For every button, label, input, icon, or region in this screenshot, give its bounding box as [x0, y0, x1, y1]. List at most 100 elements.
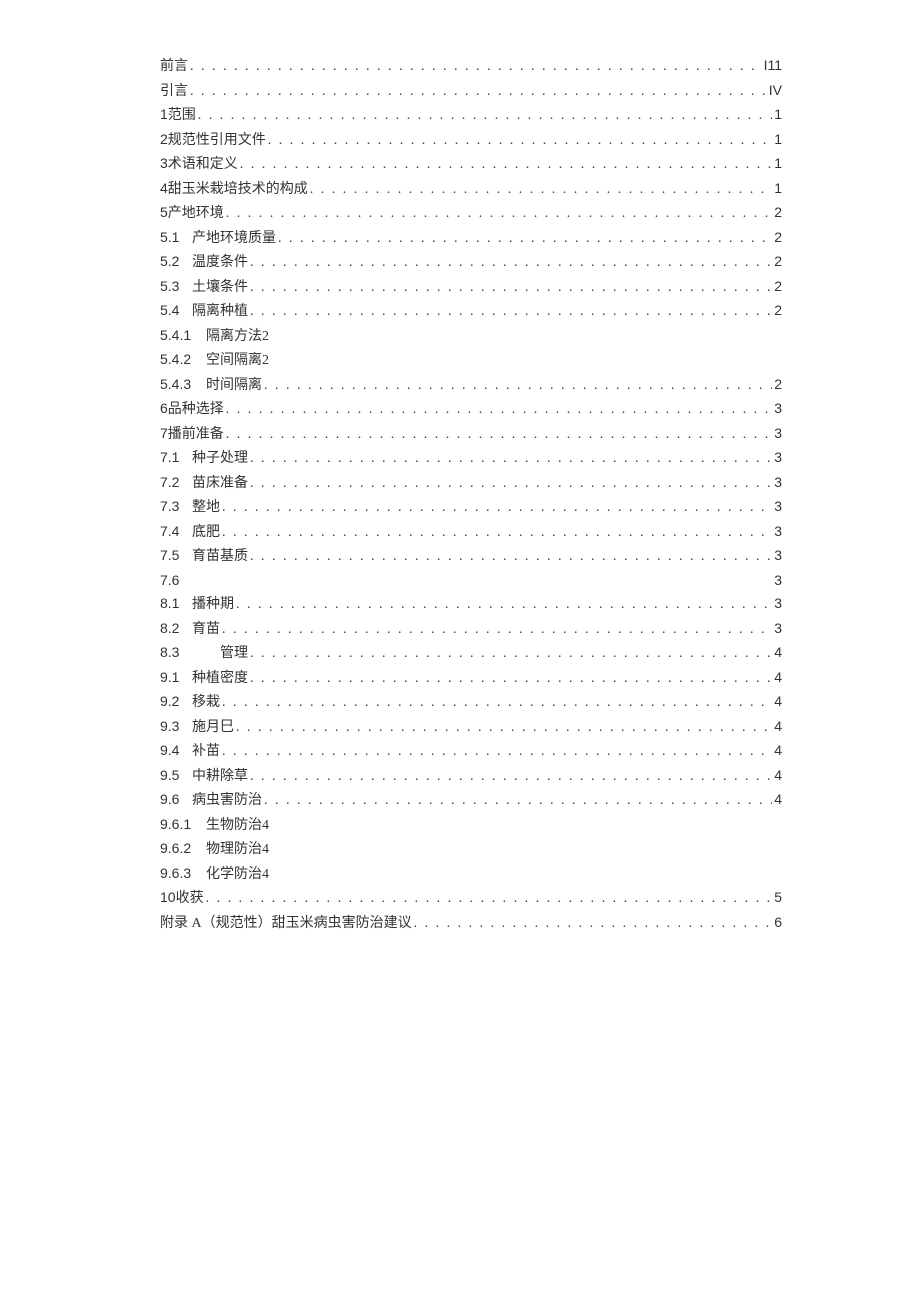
toc-title: 化学防治 [206, 863, 262, 887]
toc-title: 甜玉米栽培技术的构成 [168, 178, 308, 202]
toc-entry: 9.5中耕除草4 [160, 764, 782, 789]
toc-prefix: 9.4 [160, 739, 192, 763]
toc-title: 收获 [176, 887, 204, 911]
toc-title: 播前准备 [168, 423, 224, 447]
toc-dots [250, 642, 772, 666]
toc-entry: 9.6.1生物防治4 [160, 813, 782, 838]
toc-page: IV [769, 79, 782, 103]
toc-page: 1 [774, 177, 782, 201]
toc-page: 3 [774, 397, 782, 421]
toc-entry: 5.3土壤条件2 [160, 275, 782, 300]
toc-page: 4 [774, 666, 782, 690]
toc-page: 2 [774, 299, 782, 323]
toc-entry: 7.3整地3 [160, 495, 782, 520]
toc-prefix: 8.3 [160, 641, 192, 665]
toc-entry: 10 收获5 [160, 886, 782, 911]
toc-page: 3 [774, 520, 782, 544]
toc-page: 4 [774, 690, 782, 714]
toc-prefix: 9.5 [160, 764, 192, 788]
toc-page: 4 [262, 863, 269, 887]
toc-dots [250, 447, 772, 471]
toc-entry: 9.6病虫害防治4 [160, 788, 782, 813]
toc-entry: 8.2育苗3 [160, 617, 782, 642]
toc-prefix: 7.6 [160, 569, 192, 593]
toc-entry: 3 术语和定义1 [160, 152, 782, 177]
toc-entry: 8.3 管理4 [160, 641, 782, 666]
toc-prefix: 9.6.1 [160, 813, 206, 837]
toc-page: 2 [774, 275, 782, 299]
toc-page: I11 [764, 54, 782, 78]
toc-title: 隔离方法 [206, 325, 262, 349]
toc-title: 附录 A（规范性）甜玉米病虫害防治建议 [160, 912, 412, 936]
toc-dots [198, 104, 772, 128]
toc-dots [250, 276, 772, 300]
toc-entry: 前言I11 [160, 54, 782, 79]
toc-dots [190, 80, 767, 104]
toc-prefix: 8.2 [160, 617, 192, 641]
toc-page: 2 [774, 226, 782, 250]
toc-prefix: 2 [160, 128, 168, 152]
toc-entry: 9.3施月巳4 [160, 715, 782, 740]
toc-entry: 9.1种植密度4 [160, 666, 782, 691]
toc-page: 1 [774, 103, 782, 127]
toc-title: 种子处理 [192, 447, 248, 471]
toc-prefix: 5 [160, 201, 168, 225]
toc-entry: 5 产地环境2 [160, 201, 782, 226]
toc-prefix: 7.1 [160, 446, 192, 470]
toc-prefix: 9.6.3 [160, 862, 206, 886]
toc-page: 2 [774, 250, 782, 274]
toc-title: 病虫害防治 [192, 789, 262, 813]
toc-title: 隔离种植 [192, 300, 248, 324]
toc-entry: 7.63 [160, 569, 782, 593]
toc-page: 4 [262, 814, 269, 838]
toc-entry: 5.4隔离种植2 [160, 299, 782, 324]
toc-entry: 7.5育苗基质3 [160, 544, 782, 569]
toc-dots [222, 496, 772, 520]
toc-page: 2 [262, 325, 269, 349]
toc-dots [222, 521, 772, 545]
toc-title: 补苗 [192, 740, 220, 764]
toc-prefix: 8.1 [160, 592, 192, 616]
toc-page: 3 [774, 617, 782, 641]
toc-dots [250, 251, 772, 275]
toc-title: 范围 [168, 104, 196, 128]
toc-prefix: 5.4.2 [160, 348, 206, 372]
toc-prefix: 7.4 [160, 520, 192, 544]
toc-entry: 2 规范性引用文件 1 [160, 128, 782, 153]
toc-entry: 9.6.3化学防治4 [160, 862, 782, 887]
toc-entry: 6 品种选择3 [160, 397, 782, 422]
toc-prefix: 7.5 [160, 544, 192, 568]
toc-container: 前言I11引言 IV1 范围12 规范性引用文件13 术语和定义14 甜玉米栽培… [160, 54, 782, 935]
toc-prefix: 5.1 [160, 226, 192, 250]
toc-title: 播种期 [192, 593, 234, 617]
toc-title: 底肥 [192, 521, 220, 545]
toc-title: 温度条件 [192, 251, 248, 275]
toc-title: 规范性引用文件 [168, 129, 266, 153]
toc-entry: 引言 IV [160, 79, 782, 104]
toc-title: 整地 [192, 496, 220, 520]
toc-dots [222, 740, 772, 764]
toc-page: 3 [774, 446, 782, 470]
toc-title: 时间隔离 [206, 374, 262, 398]
toc-title: 苗床准备 [192, 472, 248, 496]
toc-title: 品种选择 [168, 398, 224, 422]
toc-entry: 9.4补苗 4 [160, 739, 782, 764]
toc-dots [250, 667, 772, 691]
toc-page: 4 [774, 788, 782, 812]
toc-entry: 5.4.3时间隔离 2 [160, 373, 782, 398]
toc-page: 4 [774, 739, 782, 763]
toc-page: 3 [774, 495, 782, 519]
toc-entry: 5.1产地环境质量2 [160, 226, 782, 251]
toc-entry: 5.2温度条件 2 [160, 250, 782, 275]
toc-page: 3 [774, 422, 782, 446]
toc-dots [236, 593, 772, 617]
toc-prefix: 4 [160, 177, 168, 201]
toc-entry: 7.2苗床准备3 [160, 471, 782, 496]
toc-page: 1 [774, 128, 782, 152]
toc-dots [264, 374, 772, 398]
toc-prefix: 9.6.2 [160, 837, 206, 861]
toc-title: 产地环境 [168, 202, 224, 226]
toc-prefix: 5.2 [160, 250, 192, 274]
toc-title: 术语和定义 [168, 153, 238, 177]
toc-dots [310, 178, 772, 202]
